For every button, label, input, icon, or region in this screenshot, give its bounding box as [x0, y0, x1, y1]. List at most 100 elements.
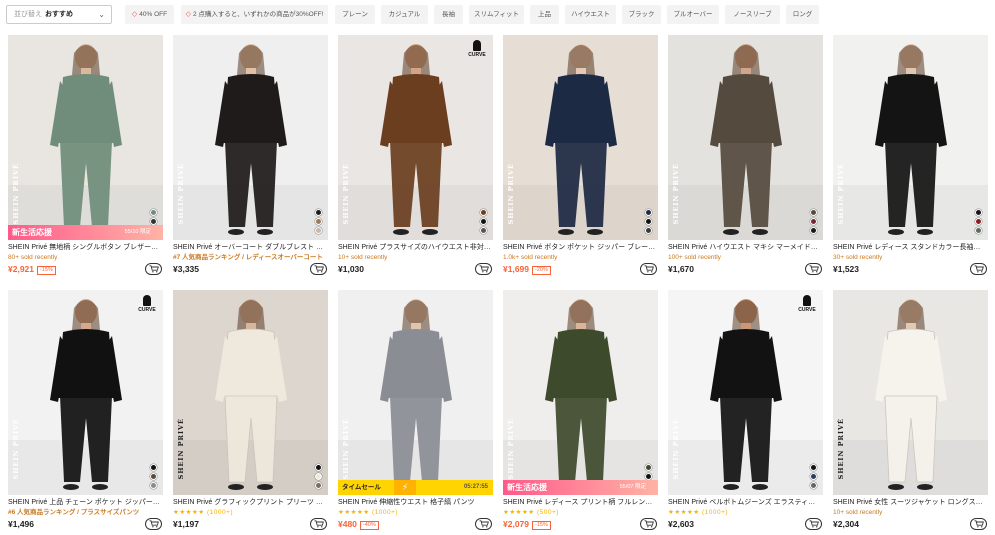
product-card[interactable]: SHEIN PRIVÉ SHEIN Privé オーバーコート ダブルブレスト ……	[173, 35, 328, 277]
filter-chip-high-waist[interactable]: ハイウエスト	[565, 5, 616, 24]
filter-chip-slim-fit[interactable]: スリムフィット	[469, 5, 524, 24]
color-swatch[interactable]	[315, 209, 322, 216]
color-swatch[interactable]	[810, 209, 817, 216]
color-swatch[interactable]	[975, 209, 982, 216]
filter-chip-long-sleeve[interactable]: 長袖	[434, 5, 463, 24]
product-title[interactable]: SHEIN Privé 上品 チェーン ポケット ジッパー…	[8, 498, 163, 507]
add-to-cart-button[interactable]	[970, 518, 987, 530]
product-price: ¥2,304	[833, 519, 859, 529]
product-card[interactable]: SHEIN PRIVÉ タイムセール ⚡ 05:27:55 SHEIN Privé 伸縮…	[338, 290, 493, 532]
product-card[interactable]: SHEIN PRIVÉ 新生活応援 55/10 限定 SHEIN Privé 無地柄 …	[8, 35, 163, 277]
add-to-cart-button[interactable]	[310, 263, 327, 275]
product-title[interactable]: SHEIN Privé 女性 スーツジャケット ロングス…	[833, 498, 988, 507]
product-card[interactable]: SHEIN PRIVÉ CURVE SHEIN Privé ベルボトムジーンズ エラ…	[668, 290, 823, 532]
filter-chip-sleeveless[interactable]: ノースリーブ	[725, 5, 780, 24]
product-meta: #7 人気商品ランキング / レディースオーバーコート	[173, 254, 323, 261]
product-photo[interactable]: SHEIN PRIVÉ CURVE	[8, 290, 163, 495]
product-price: ¥1,496	[8, 519, 34, 529]
product-photo[interactable]: SHEIN PRIVÉ CURVE	[338, 35, 493, 240]
product-card[interactable]: SHEIN PRIVÉ CURVE SHEIN Privé プラスサイズのハイウエス…	[338, 35, 493, 277]
color-swatch[interactable]	[480, 209, 487, 216]
filter-chip-casual[interactable]: カジュアル	[381, 5, 428, 24]
add-to-cart-button[interactable]	[475, 263, 492, 275]
color-swatch[interactable]	[315, 482, 322, 489]
product-title[interactable]: SHEIN Privé オーバーコート ダブルブレスト …	[173, 243, 328, 252]
add-to-cart-button[interactable]	[805, 518, 822, 530]
color-swatch[interactable]	[150, 482, 157, 489]
product-title[interactable]: SHEIN Privé 無地柄 シングルボタン ブレザー…	[8, 243, 163, 252]
curve-figure-icon	[473, 40, 481, 51]
color-swatch[interactable]	[810, 482, 817, 489]
model-figure	[173, 299, 328, 495]
color-swatch[interactable]	[315, 218, 322, 225]
color-swatch[interactable]	[645, 209, 652, 216]
product-photo[interactable]: SHEIN PRIVÉ タイムセール ⚡ 05:27:55	[338, 290, 493, 495]
filter-chip-bundle[interactable]: ◇ 2 点購入すると、いずれかの商品が30%OFF!	[181, 5, 328, 24]
product-title[interactable]: SHEIN Privé ベルボトムジーンズ エラスティ…	[668, 498, 823, 507]
product-title[interactable]: SHEIN Privé レディース スタンドカラー長袖…	[833, 243, 988, 252]
product-photo[interactable]: SHEIN PRIVÉ	[833, 35, 988, 240]
add-to-cart-button[interactable]	[475, 518, 492, 530]
color-swatches	[315, 209, 322, 234]
product-card[interactable]: SHEIN PRIVÉ 新生活応援 55/07 限定 SHEIN Privé レディー…	[503, 290, 658, 532]
color-swatch[interactable]	[315, 227, 322, 234]
add-to-cart-button[interactable]	[310, 518, 327, 530]
product-title[interactable]: SHEIN Privé ボタン ポケット ジッパー ブレー…	[503, 243, 658, 252]
filter-chip-pullover[interactable]: プルオーバー	[667, 5, 719, 24]
product-photo[interactable]: SHEIN PRIVÉ	[833, 290, 988, 495]
product-card[interactable]: SHEIN PRIVÉ SHEIN Privé ボタン ポケット ジッパー ブレー…	[503, 35, 658, 277]
filter-chip-long[interactable]: ロング	[786, 5, 819, 24]
color-swatch[interactable]	[480, 218, 487, 225]
color-swatch[interactable]	[810, 473, 817, 480]
color-swatches	[480, 209, 487, 234]
add-to-cart-button[interactable]	[145, 263, 162, 275]
product-card[interactable]: SHEIN PRIVÉ CURVE SHEIN Privé 上品 チェーン ポケット…	[8, 290, 163, 532]
product-title[interactable]: SHEIN Privé グラフィックプリント プリーツ …	[173, 498, 328, 507]
color-swatch[interactable]	[645, 227, 652, 234]
color-swatch[interactable]	[645, 473, 652, 480]
cart-icon	[149, 265, 159, 273]
color-swatch[interactable]	[315, 473, 322, 480]
product-photo[interactable]: SHEIN PRIVÉ	[668, 35, 823, 240]
product-photo[interactable]: SHEIN PRIVÉ 新生活応援 55/10 限定	[8, 35, 163, 240]
filter-chip-discount[interactable]: ◇ 40% OFF	[125, 5, 174, 24]
color-swatch[interactable]	[315, 464, 322, 471]
countdown-timer: 05:27:55	[463, 484, 488, 490]
filter-chip-black[interactable]: ブラック	[622, 5, 661, 24]
product-photo[interactable]: SHEIN PRIVÉ	[503, 35, 658, 240]
product-card[interactable]: SHEIN PRIVÉ SHEIN Privé ハイウエスト マキシ マーメイド……	[668, 35, 823, 277]
product-card[interactable]: SHEIN PRIVÉ SHEIN Privé 女性 スーツジャケット ロングス……	[833, 290, 988, 532]
product-title[interactable]: SHEIN Privé 伸縮性ウエスト 格子縞 パンツ	[338, 498, 493, 507]
sort-dropdown[interactable]: 並び替え おすすめ ⌄	[6, 5, 112, 24]
filter-chip-plain[interactable]: プレーン	[335, 5, 375, 24]
add-to-cart-button[interactable]	[640, 263, 657, 275]
add-to-cart-button[interactable]	[970, 263, 987, 275]
color-swatch[interactable]	[810, 218, 817, 225]
product-photo[interactable]: SHEIN PRIVÉ CURVE	[668, 290, 823, 495]
color-swatch[interactable]	[975, 218, 982, 225]
color-swatch[interactable]	[645, 464, 652, 471]
color-swatch[interactable]	[150, 218, 157, 225]
color-swatch[interactable]	[975, 227, 982, 234]
cart-icon	[974, 265, 984, 273]
color-swatch[interactable]	[810, 464, 817, 471]
add-to-cart-button[interactable]	[640, 518, 657, 530]
product-photo[interactable]: SHEIN PRIVÉ 新生活応援 55/07 限定	[503, 290, 658, 495]
color-swatch[interactable]	[645, 218, 652, 225]
product-card[interactable]: SHEIN PRIVÉ SHEIN Privé グラフィックプリント プリーツ ……	[173, 290, 328, 532]
product-title[interactable]: SHEIN Privé ハイウエスト マキシ マーメイド…	[668, 243, 823, 252]
filter-chip-elegant[interactable]: 上品	[530, 5, 559, 24]
color-swatch[interactable]	[480, 227, 487, 234]
product-title[interactable]: SHEIN Privé プラスサイズのハイウエスト非対…	[338, 243, 493, 252]
product-card[interactable]: SHEIN PRIVÉ SHEIN Privé レディース スタンドカラー長袖… 3…	[833, 35, 988, 277]
color-swatch[interactable]	[150, 464, 157, 471]
filter-bar: 並び替え おすすめ ⌄ ◇ 40% OFF ◇ 2 点購入すると、いずれかの商品が30…	[0, 0, 995, 30]
add-to-cart-button[interactable]	[805, 263, 822, 275]
color-swatch[interactable]	[150, 209, 157, 216]
product-photo[interactable]: SHEIN PRIVÉ	[173, 35, 328, 240]
color-swatch[interactable]	[810, 227, 817, 234]
product-photo[interactable]: SHEIN PRIVÉ	[173, 290, 328, 495]
add-to-cart-button[interactable]	[145, 518, 162, 530]
product-title[interactable]: SHEIN Privé レディース プリント柄 フルレン…	[503, 498, 658, 507]
color-swatch[interactable]	[150, 473, 157, 480]
